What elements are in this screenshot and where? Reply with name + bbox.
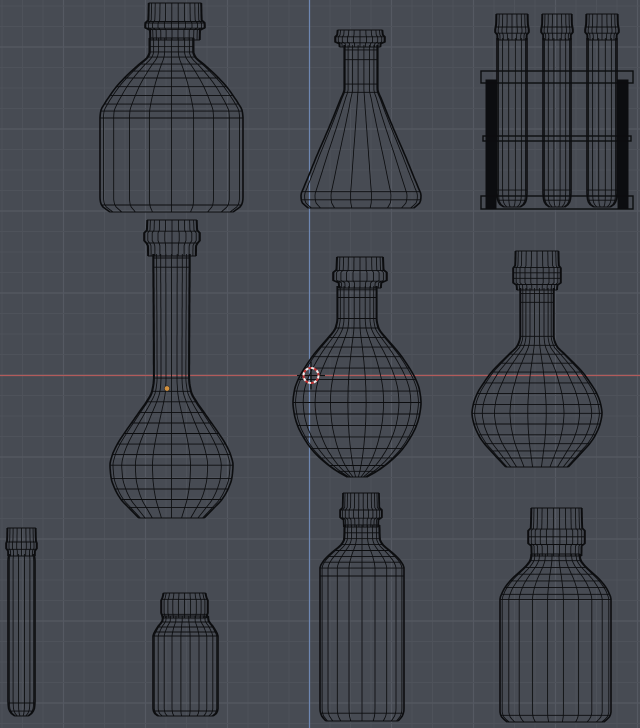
longitude-lines[interactable]	[335, 29, 385, 48]
longitude-lines[interactable]	[8, 553, 35, 717]
object-test-tube-rack[interactable]	[480, 13, 634, 210]
longitude-lines[interactable]	[144, 219, 200, 257]
longitude-lines[interactable]	[304, 45, 418, 209]
rack-post[interactable]	[485, 79, 497, 209]
longitude-lines[interactable]	[321, 525, 403, 722]
object-erlenmeyer-flask[interactable]	[300, 29, 422, 209]
rack-rail[interactable]	[480, 70, 634, 84]
longitude-lines[interactable]	[588, 38, 616, 208]
rack-rail[interactable]	[482, 135, 632, 142]
object-capped-test-tube[interactable]	[5, 527, 38, 717]
object-round-bottom-boiling-flask[interactable]	[292, 256, 422, 478]
object-origin-dot	[164, 385, 171, 392]
silhouette-lines[interactable]	[7, 553, 36, 717]
silhouette-lines[interactable]	[471, 288, 603, 468]
latitude-rings[interactable]	[153, 615, 218, 717]
rack-post[interactable]	[617, 79, 629, 209]
object-wide-shoulder-bottle[interactable]	[99, 2, 244, 213]
longitude-lines[interactable]	[474, 288, 600, 468]
longitude-lines[interactable]	[161, 592, 208, 619]
longitude-lines[interactable]	[103, 38, 240, 213]
3d-cursor[interactable]	[297, 361, 325, 390]
object-volumetric-flask[interactable]	[109, 219, 234, 519]
latitude-rings[interactable]	[472, 292, 602, 468]
longitude-lines[interactable]	[543, 38, 571, 208]
silhouette-lines[interactable]	[152, 615, 219, 717]
longitude-lines[interactable]	[498, 38, 526, 208]
object-florence-flask[interactable]	[471, 250, 603, 468]
wireframe-scene[interactable]	[0, 0, 640, 728]
3d-viewport[interactable]	[0, 0, 640, 728]
silhouette-lines[interactable]	[586, 38, 618, 208]
object-pill-jar[interactable]	[152, 592, 219, 717]
silhouette-lines[interactable]	[542, 38, 572, 208]
silhouette-lines[interactable]	[300, 45, 422, 209]
silhouette-lines[interactable]	[496, 38, 528, 208]
